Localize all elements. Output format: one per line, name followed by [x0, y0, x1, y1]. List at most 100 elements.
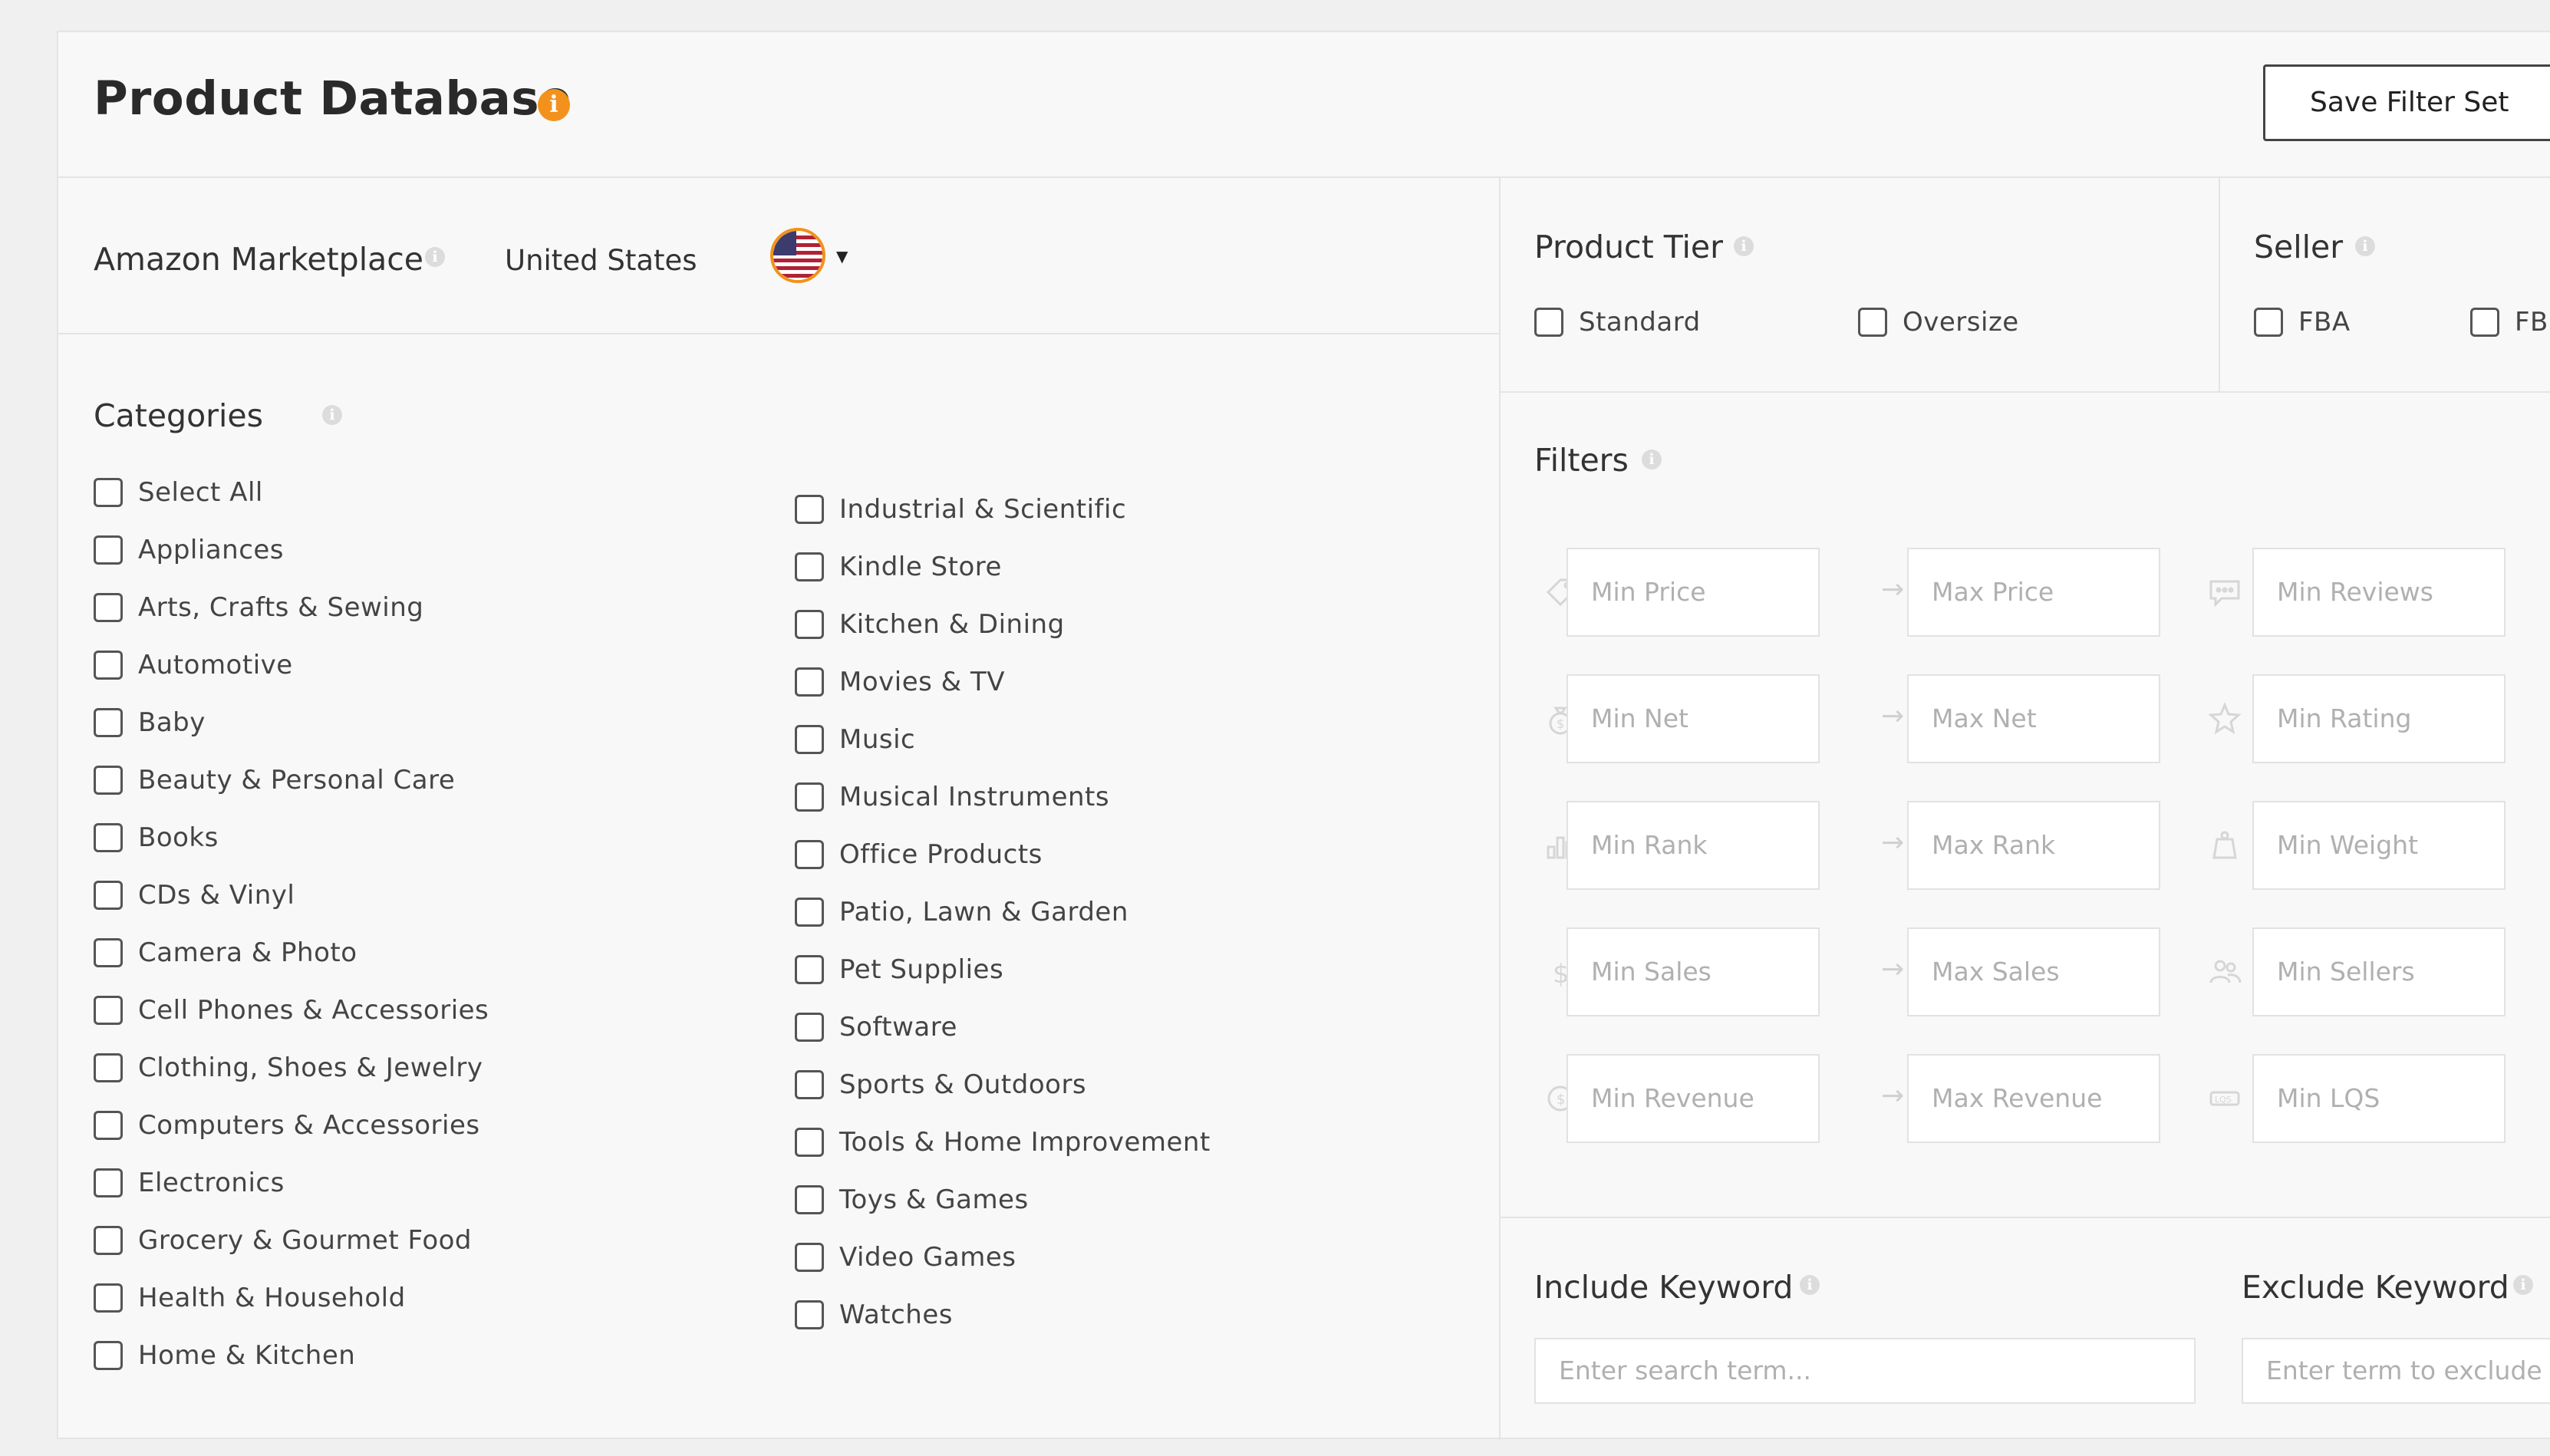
category-checkbox[interactable] — [795, 1300, 824, 1329]
category-item[interactable]: Sports & Outdoors — [795, 1068, 1086, 1102]
category-checkbox[interactable] — [795, 495, 824, 524]
filter-min-input[interactable]: Min Sales — [1567, 927, 1820, 1016]
marketplace-info-icon[interactable]: i — [425, 247, 445, 267]
category-item[interactable]: Music — [795, 723, 915, 756]
category-item[interactable]: Books — [94, 821, 219, 855]
category-item[interactable]: Watches — [795, 1298, 953, 1332]
category-item[interactable]: Movies & TV — [795, 665, 1005, 699]
category-item[interactable]: CDs & Vinyl — [94, 878, 295, 912]
categories-info-icon[interactable]: i — [322, 405, 342, 425]
category-item[interactable]: Computers & Accessories — [94, 1108, 480, 1142]
filters-info-icon[interactable]: i — [1642, 450, 1662, 469]
fba-checkbox[interactable] — [2254, 308, 2283, 337]
filter-max-input[interactable]: Max Revenue — [1907, 1054, 2160, 1143]
category-checkbox[interactable] — [94, 766, 123, 795]
filter-min-input[interactable]: Min Net — [1567, 674, 1820, 763]
filter-max-input[interactable]: Max Sales — [1907, 927, 2160, 1016]
chevron-down-icon[interactable]: ▼ — [836, 247, 848, 265]
filter-extra-input[interactable]: Min LQS — [2252, 1054, 2506, 1143]
category-item[interactable]: Health & Household — [94, 1281, 406, 1315]
filter-extra-input[interactable]: Min Rating — [2252, 674, 2506, 763]
category-checkbox[interactable] — [94, 938, 123, 967]
category-item[interactable]: Home & Kitchen — [94, 1339, 355, 1372]
category-item[interactable]: Arts, Crafts & Sewing — [94, 591, 423, 624]
filter-min-input[interactable]: Min Rank — [1567, 801, 1820, 890]
info-icon[interactable]: i — [538, 89, 570, 121]
category-item[interactable]: Tools & Home Improvement — [795, 1125, 1211, 1159]
category-checkbox[interactable] — [795, 1128, 824, 1157]
product-tier-info-icon[interactable]: i — [1734, 236, 1754, 256]
category-checkbox[interactable] — [94, 593, 123, 622]
category-item[interactable]: Musical Instruments — [795, 780, 1109, 814]
category-checkbox[interactable] — [94, 996, 123, 1025]
category-item[interactable]: Industrial & Scientific — [795, 492, 1126, 526]
category-checkbox[interactable] — [795, 898, 824, 927]
category-item[interactable]: Beauty & Personal Care — [94, 763, 455, 797]
category-checkbox[interactable] — [795, 955, 824, 984]
category-item[interactable]: Video Games — [795, 1240, 1016, 1274]
category-checkbox[interactable] — [94, 478, 123, 507]
category-checkbox[interactable] — [94, 708, 123, 737]
categories-label: Categories — [94, 397, 263, 434]
category-checkbox[interactable] — [94, 1111, 123, 1140]
filter-max-input[interactable]: Max Net — [1907, 674, 2160, 763]
marketplace-label: Amazon Marketplace — [94, 241, 423, 278]
include-keyword-input[interactable]: Enter search term... — [1534, 1338, 2196, 1404]
category-checkbox[interactable] — [94, 823, 123, 852]
filter-extra-input[interactable]: Min Reviews — [2252, 548, 2506, 637]
save-filter-set-button[interactable]: Save Filter Set — [2263, 64, 2550, 141]
category-checkbox[interactable] — [94, 1283, 123, 1313]
tier-option-oversize[interactable]: Oversize — [1858, 305, 2019, 339]
category-item[interactable]: Kitchen & Dining — [795, 608, 1065, 641]
category-item[interactable]: Software — [795, 1010, 957, 1044]
filter-min-input[interactable]: Min Price — [1567, 548, 1820, 637]
category-checkbox[interactable] — [795, 725, 824, 754]
category-checkbox[interactable] — [795, 552, 824, 581]
category-checkbox[interactable] — [795, 1070, 824, 1099]
category-item[interactable]: Toys & Games — [795, 1183, 1029, 1217]
category-checkbox[interactable] — [795, 1243, 824, 1272]
exclude-keyword-input[interactable]: Enter term to exclude — [2242, 1338, 2550, 1404]
category-checkbox[interactable] — [795, 1013, 824, 1042]
include-keyword-info-icon[interactable]: i — [1800, 1275, 1820, 1295]
filter-max-input[interactable]: Max Price — [1907, 548, 2160, 637]
filter-extra-input[interactable]: Min Sellers — [2252, 927, 2506, 1016]
category-item[interactable]: Kindle Store — [795, 550, 1002, 584]
category-checkbox[interactable] — [795, 610, 824, 639]
category-checkbox[interactable] — [795, 667, 824, 697]
filter-max-input[interactable]: Max Rank — [1907, 801, 2160, 890]
fbm-checkbox[interactable] — [2470, 308, 2499, 337]
category-item[interactable]: Cell Phones & Accessories — [94, 993, 489, 1027]
category-item[interactable]: Patio, Lawn & Garden — [795, 895, 1128, 929]
category-item[interactable]: Select All — [94, 476, 263, 509]
category-item[interactable]: Office Products — [795, 838, 1043, 871]
oversize-checkbox[interactable] — [1858, 308, 1887, 337]
category-item[interactable]: Automotive — [94, 648, 293, 682]
category-checkbox[interactable] — [94, 651, 123, 680]
category-checkbox[interactable] — [94, 1168, 123, 1197]
standard-checkbox[interactable] — [1534, 308, 1563, 337]
category-item[interactable]: Baby — [94, 706, 206, 740]
category-checkbox[interactable] — [94, 1341, 123, 1370]
category-item[interactable]: Grocery & Gourmet Food — [94, 1224, 472, 1257]
category-checkbox[interactable] — [795, 840, 824, 869]
category-checkbox[interactable] — [795, 1185, 824, 1214]
category-checkbox[interactable] — [94, 535, 123, 565]
seller-info-icon[interactable]: i — [2355, 236, 2375, 256]
exclude-keyword-info-icon[interactable]: i — [2513, 1275, 2533, 1295]
category-checkbox[interactable] — [94, 1053, 123, 1082]
category-item[interactable]: Pet Supplies — [795, 953, 1003, 987]
category-item[interactable]: Appliances — [94, 533, 284, 567]
filter-min-input[interactable]: Min Revenue — [1567, 1054, 1820, 1143]
category-item[interactable]: Clothing, Shoes & Jewelry — [94, 1051, 483, 1085]
category-checkbox[interactable] — [795, 782, 824, 812]
filter-extra-input[interactable]: Min Weight — [2252, 801, 2506, 890]
seller-option-fba[interactable]: FBA — [2254, 305, 2351, 339]
seller-option-fbm[interactable]: FB — [2470, 305, 2548, 339]
category-item[interactable]: Electronics — [94, 1166, 285, 1200]
category-checkbox[interactable] — [94, 1226, 123, 1255]
us-flag-icon[interactable] — [770, 228, 825, 283]
category-item[interactable]: Camera & Photo — [94, 936, 357, 970]
tier-option-standard[interactable]: Standard — [1534, 305, 1701, 339]
category-checkbox[interactable] — [94, 881, 123, 910]
